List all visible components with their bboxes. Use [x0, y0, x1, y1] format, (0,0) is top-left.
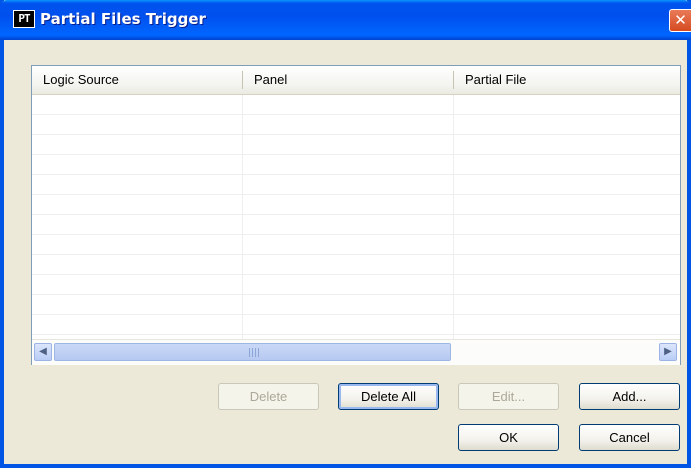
scroll-thumb-grip-icon	[249, 348, 259, 357]
grid-row-line	[32, 154, 680, 155]
cancel-button[interactable]: Cancel	[579, 424, 680, 451]
grid-row-line	[32, 294, 680, 295]
scroll-left-button[interactable]: ◀	[34, 343, 52, 361]
close-icon: ✕	[674, 11, 687, 29]
column-header-partial-file[interactable]: Partial File	[454, 66, 680, 94]
scroll-thumb[interactable]	[54, 343, 451, 361]
grid-row-line	[32, 214, 680, 215]
close-button[interactable]: ✕	[669, 9, 691, 32]
grid-row-line	[32, 274, 680, 275]
column-header-panel[interactable]: Panel	[243, 66, 453, 94]
grid-row-line	[32, 114, 680, 115]
edit-button[interactable]: Edit...	[458, 383, 559, 410]
grid-row-line	[32, 194, 680, 195]
grid-row-line	[32, 314, 680, 315]
horizontal-scrollbar[interactable]: ◀ ▶	[32, 339, 680, 365]
grid-row-line	[32, 134, 680, 135]
scroll-left-icon: ◀	[39, 346, 47, 357]
add-button[interactable]: Add...	[579, 383, 680, 410]
grid-column-line	[453, 95, 454, 339]
grid-header: Logic Source Panel Partial File	[32, 66, 680, 95]
grid-row-line	[32, 254, 680, 255]
delete-button[interactable]: Delete	[218, 383, 319, 410]
grid-column-line	[242, 95, 243, 339]
grid-body[interactable]	[32, 95, 680, 339]
grid-row-line	[32, 334, 680, 335]
scroll-right-button[interactable]: ▶	[659, 343, 677, 361]
scroll-right-icon: ▶	[664, 346, 672, 357]
window-title: Partial Files Trigger	[40, 10, 206, 28]
app-icon: PT	[13, 10, 35, 28]
grid-row-line	[32, 174, 680, 175]
grid-row-line	[32, 234, 680, 235]
partial-files-grid[interactable]: Logic Source Panel Partial File ◀ ▶	[31, 65, 681, 365]
ok-button[interactable]: OK	[458, 424, 559, 451]
delete-all-button[interactable]: Delete All	[338, 383, 439, 410]
title-bar[interactable]: PT Partial Files Trigger ✕	[0, 0, 691, 40]
column-header-logic-source[interactable]: Logic Source	[32, 66, 242, 94]
